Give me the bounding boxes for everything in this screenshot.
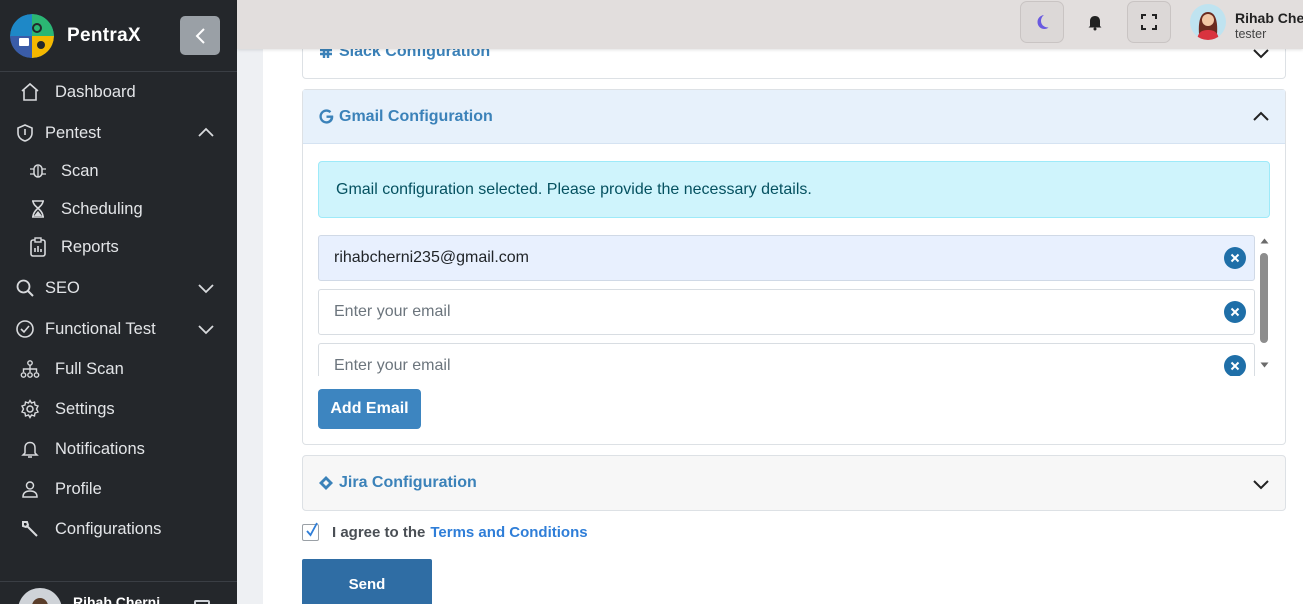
sidebar-item-reports[interactable]: Reports <box>0 229 237 265</box>
email-row <box>318 343 1255 376</box>
card-title: Jira Configuration <box>339 474 477 491</box>
add-email-button[interactable]: Add Email <box>318 389 421 429</box>
scroll-down-arrow-icon[interactable] <box>1260 362 1269 368</box>
bug-icon <box>27 160 49 182</box>
sidebar-item-scheduling[interactable]: Scheduling <box>0 191 237 227</box>
chevron-down-icon <box>198 284 214 294</box>
sidebar-item-dashboard[interactable]: Dashboard <box>0 74 237 110</box>
sidebar-item-label: Settings <box>55 399 115 418</box>
terms-agreement: I agree to the Terms and Conditions <box>302 520 588 544</box>
footer-user-name: Rihab Cherni <box>73 594 161 604</box>
email-field[interactable] <box>319 344 1219 376</box>
header-user-name: Rihab Che <box>1235 10 1303 26</box>
scroll-thumb[interactable] <box>1260 253 1268 343</box>
google-icon <box>317 108 335 126</box>
remove-email-button[interactable] <box>1224 355 1246 376</box>
email-list-scrollbar[interactable] <box>1259 235 1270 376</box>
main-content: Slack Configuration Gmail Configuration … <box>263 0 1303 604</box>
check-circle-icon <box>14 318 36 340</box>
sidebar-item-label: Full Scan <box>55 359 124 378</box>
sidebar-user-footer[interactable]: Rihab Cherni <box>0 581 237 604</box>
send-button[interactable]: Send <box>302 559 432 604</box>
theme-toggle-button[interactable] <box>1020 1 1064 43</box>
scroll-up-arrow-icon[interactable] <box>1260 238 1269 244</box>
sidebar-item-pentest[interactable]: Pentest <box>0 115 237 151</box>
gmail-card-header[interactable]: Gmail Configuration <box>303 90 1285 144</box>
email-row <box>318 235 1255 281</box>
sidebar-item-configurations[interactable]: Configurations <box>0 511 237 547</box>
sidebar-collapse-button[interactable] <box>180 16 220 55</box>
sidebar-item-label: Pentest <box>45 123 101 142</box>
email-list[interactable] <box>318 235 1270 376</box>
sidebar-item-settings[interactable]: Settings <box>0 391 237 427</box>
sidebar-item-label: Configurations <box>55 519 162 538</box>
sidebar-item-profile[interactable]: Profile <box>0 471 237 507</box>
sidebar-item-full-scan[interactable]: Full Scan <box>0 351 237 387</box>
search-icon <box>14 277 36 299</box>
close-icon <box>1230 253 1240 263</box>
gear-icon <box>19 398 41 420</box>
home-icon <box>19 81 41 103</box>
bell-icon <box>19 438 41 460</box>
sidebar-item-functional-test[interactable]: Functional Test <box>0 311 237 347</box>
logout-icon[interactable] <box>194 600 210 604</box>
terms-link[interactable]: Terms and Conditions <box>430 524 587 541</box>
header-user-role: tester <box>1235 27 1267 41</box>
terms-checkbox[interactable] <box>302 522 319 541</box>
top-header: Rihab Che tester <box>237 0 1303 49</box>
avatar <box>18 588 62 604</box>
sidebar-item-label: Reports <box>61 237 119 256</box>
remove-email-button[interactable] <box>1224 301 1246 323</box>
sidebar-item-label: Dashboard <box>55 82 136 101</box>
brand-logo <box>10 13 54 58</box>
jira-icon <box>317 474 335 492</box>
sidebar-item-label: Scheduling <box>61 199 143 218</box>
chevron-up-icon <box>198 127 214 137</box>
moon-icon <box>1037 15 1049 29</box>
remove-email-button[interactable] <box>1224 247 1246 269</box>
notifications-button[interactable] <box>1073 1 1117 43</box>
jira-card-header[interactable]: Jira Configuration <box>303 456 1285 510</box>
email-row <box>318 289 1255 335</box>
sidebar-item-label: Profile <box>55 479 102 498</box>
chevron-down-icon[interactable] <box>1251 474 1271 494</box>
close-icon <box>1230 361 1240 371</box>
chevron-left-icon <box>195 27 205 44</box>
fullscreen-button[interactable] <box>1127 1 1171 43</box>
sidebar-item-notifications[interactable]: Notifications <box>0 431 237 467</box>
card-title: Gmail Configuration <box>339 107 493 125</box>
sidebar-item-label: Scan <box>61 161 99 180</box>
clipboard-icon <box>27 236 49 258</box>
sitemap-icon <box>19 358 41 380</box>
user-icon <box>19 478 41 500</box>
brand-name: PentraX <box>67 24 141 46</box>
fullscreen-icon <box>1141 14 1157 30</box>
avatar[interactable] <box>1190 4 1226 40</box>
sidebar-item-seo[interactable]: SEO <box>0 270 237 306</box>
email-field[interactable] <box>319 236 1219 280</box>
sidebar: PentraX Dashboard Pentest Scan Schedulin… <box>0 0 237 604</box>
bell-icon <box>1088 16 1102 31</box>
shield-icon <box>14 122 36 144</box>
email-field[interactable] <box>319 290 1219 334</box>
jira-configuration-card[interactable]: Jira Configuration <box>302 455 1286 511</box>
hourglass-icon <box>27 198 49 220</box>
brand-header: PentraX <box>0 0 237 72</box>
checkmark-icon <box>306 522 318 537</box>
chevron-down-icon <box>198 325 214 335</box>
sidebar-item-label: Functional Test <box>45 319 156 338</box>
chevron-up-icon[interactable] <box>1251 107 1271 127</box>
close-icon <box>1230 307 1240 317</box>
sidebar-item-label: SEO <box>45 278 80 297</box>
terms-text: I agree to the <box>332 523 426 541</box>
wrench-icon <box>19 518 41 540</box>
info-alert: Gmail configuration selected. Please pro… <box>318 161 1270 218</box>
sidebar-item-scan[interactable]: Scan <box>0 153 237 189</box>
sidebar-item-label: Notifications <box>55 439 145 458</box>
gmail-configuration-card: Gmail Configuration Gmail configuration … <box>302 89 1286 445</box>
